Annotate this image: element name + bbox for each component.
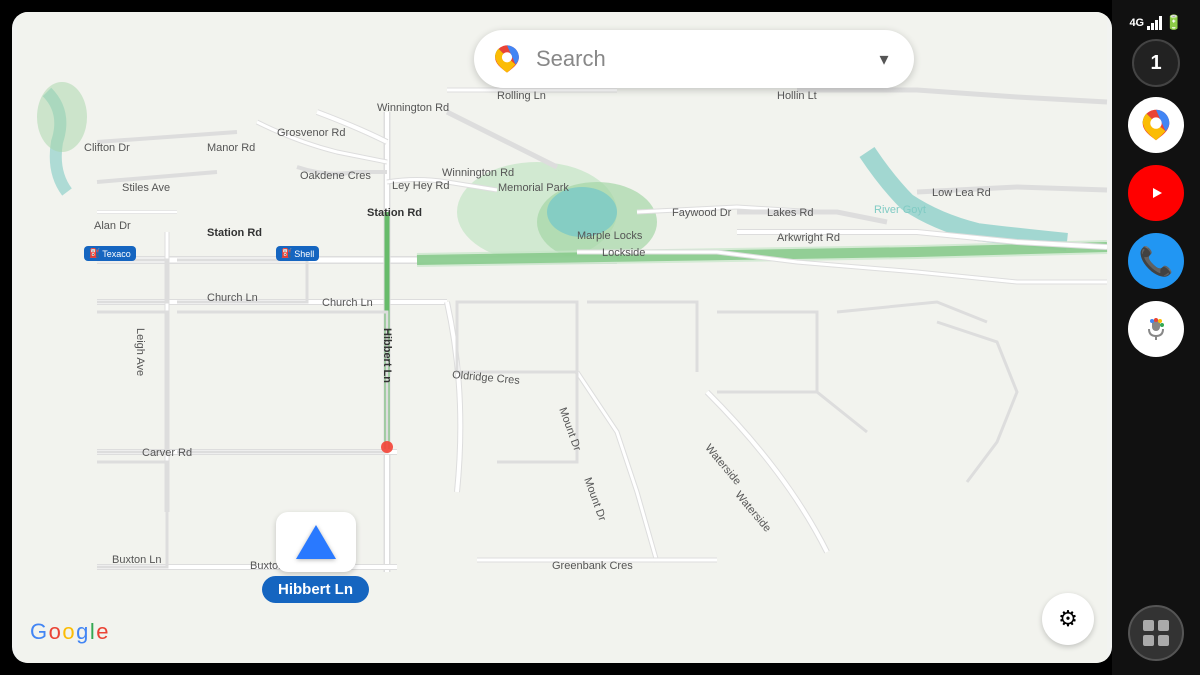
status-bar: 4G 🔋: [1112, 8, 1200, 35]
google-logo-g2: g: [76, 619, 88, 645]
shell-marker: ⛽ Shell: [276, 246, 319, 261]
map-background: [12, 12, 1112, 663]
signal-bars-icon: [1147, 16, 1162, 30]
notification-count: 1: [1150, 52, 1161, 75]
phone-icon-glyph: 📞: [1139, 245, 1174, 278]
signal-strength-text: 4G: [1129, 17, 1144, 29]
grid-app-icon-graphic: [1141, 618, 1171, 648]
nav-direction-arrow: [296, 525, 336, 559]
right-sidebar: 4G 🔋 1: [1112, 0, 1200, 675]
map-area: Search ▾ Station Rd Station Rd Church Ln…: [12, 12, 1112, 663]
signal-row: 4G 🔋: [1129, 14, 1182, 31]
google-logo-l: l: [90, 619, 94, 645]
search-chevron-icon[interactable]: ▾: [870, 45, 898, 73]
app-icon-google-maps[interactable]: [1128, 97, 1184, 153]
search-input-text: Search: [536, 46, 858, 72]
screen-container: Search ▾ Station Rd Station Rd Church Ln…: [0, 0, 1200, 675]
settings-button[interactable]: ⚙: [1042, 593, 1094, 645]
google-logo: G o o g l e: [30, 619, 108, 645]
battery-icon: 🔋: [1165, 14, 1182, 31]
nav-arrow-background: [276, 512, 356, 572]
assistant-app-icon-graphic: [1139, 312, 1173, 346]
search-bar[interactable]: Search ▾: [474, 30, 914, 88]
app-icon-phone[interactable]: 📞: [1128, 233, 1184, 289]
maps-app-icon-graphic: [1137, 106, 1175, 144]
app-icon-assistant[interactable]: [1128, 301, 1184, 357]
google-logo-e: e: [96, 619, 108, 645]
shell-label: Shell: [294, 249, 314, 259]
notification-badge[interactable]: 1: [1132, 39, 1180, 87]
current-street-badge: Hibbert Ln: [262, 576, 369, 603]
google-logo-g: G: [30, 619, 47, 645]
google-logo-o2: o: [62, 619, 74, 645]
google-logo-o1: o: [49, 619, 61, 645]
youtube-app-icon-graphic: [1140, 181, 1172, 205]
texaco-marker: ⛽ Texaco: [84, 246, 136, 261]
app-icon-grid[interactable]: [1128, 605, 1184, 661]
settings-gear-icon: ⚙: [1058, 606, 1078, 632]
texaco-label: Texaco: [102, 249, 131, 259]
nav-indicator: Hibbert Ln: [262, 512, 369, 603]
maps-logo-icon: [490, 42, 524, 76]
app-icon-youtube[interactable]: [1128, 165, 1184, 221]
